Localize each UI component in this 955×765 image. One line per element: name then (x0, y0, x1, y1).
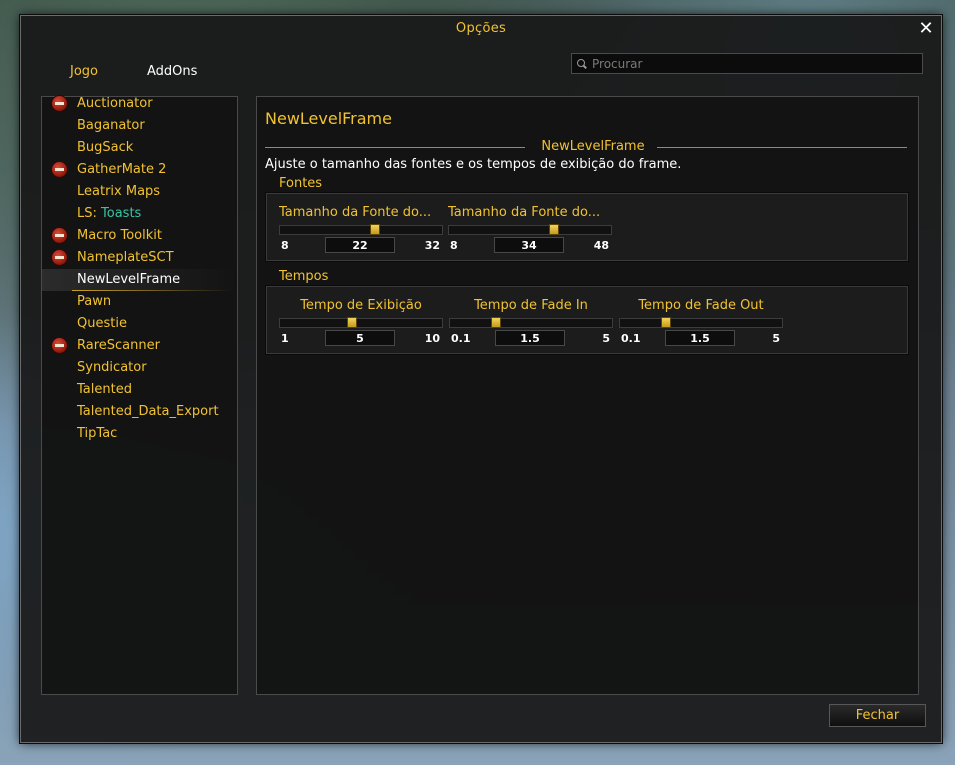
section-title: NewLevelFrame (541, 139, 645, 154)
sidebar-item-baganator[interactable]: Baganator (42, 115, 236, 137)
slider-value-input[interactable]: 1.5 (495, 330, 565, 346)
sidebar-item-tiptac[interactable]: TipTac (42, 423, 236, 445)
collapse-icon[interactable] (51, 227, 68, 244)
search-box[interactable] (571, 53, 923, 74)
options-window: Opções ✕ Jogo AddOns Auctionator Baganat… (20, 15, 942, 743)
slider-label: Tamanho da Fonte do... (448, 205, 601, 220)
sidebar-item-label: NameplateSCT (77, 250, 174, 265)
search-icon (576, 58, 588, 70)
slider-font-size-1: Tamanho da Fonte do... 8 22 32 (279, 205, 443, 255)
slider-label: Tempo de Fade Out (638, 298, 764, 313)
window-title: Opções (455, 21, 507, 36)
sidebar-item-nameplatesct[interactable]: NameplateSCT (42, 247, 236, 269)
group-box-tempos: Tempo de Exibição 1 5 10 Tempo de Fade I… (265, 285, 909, 355)
slider-min: 8 (450, 239, 458, 252)
sidebar-item-label: Baganator (77, 118, 145, 133)
sidebar-item-rarescanner[interactable]: RareScanner (42, 335, 236, 357)
slider-thumb[interactable] (491, 317, 502, 328)
slider-thumb[interactable] (369, 224, 380, 235)
sidebar-item-gathermate[interactable]: GatherMate 2 (42, 159, 236, 181)
sidebar-item-label: TipTac (77, 426, 118, 441)
slider-track[interactable] (448, 224, 612, 235)
sidebar-item-label: Syndicator (77, 360, 147, 375)
addon-prefix: LS: (77, 206, 102, 221)
slider-font-size-2: Tamanho da Fonte do... 8 34 48 (448, 205, 612, 255)
sidebar-item-label: Questie (77, 316, 127, 331)
sidebar-item-questie[interactable]: Questie (42, 313, 236, 335)
close-button[interactable]: Fechar (829, 704, 926, 727)
tab-jogo[interactable]: Jogo (70, 64, 98, 79)
sidebar-item-label: Talented_Data_Export (77, 404, 219, 419)
sidebar-item-talented[interactable]: Talented (42, 379, 236, 401)
group-label-fontes: Fontes (279, 176, 323, 191)
sidebar-item-label: BugSack (77, 140, 134, 155)
sidebar-item-label: RareScanner (77, 338, 160, 353)
collapse-icon[interactable] (51, 249, 68, 266)
sidebar-item-label: Pawn (77, 294, 112, 309)
slider-max: 10 (424, 332, 440, 345)
addon-suffix: Toasts (101, 206, 142, 221)
section-header: NewLevelFrame (265, 139, 907, 155)
slider-value-input[interactable]: 34 (494, 237, 564, 253)
slider-thumb[interactable] (347, 317, 357, 328)
search-input[interactable] (592, 56, 912, 71)
slider-value-input[interactable]: 1.5 (665, 330, 735, 346)
close-icon[interactable]: ✕ (917, 20, 935, 38)
settings-panel: NewLevelFrame NewLevelFrame Ajuste o tam… (256, 96, 919, 695)
slider-min: 0.1 (621, 332, 641, 345)
slider-track[interactable] (279, 224, 443, 235)
addon-list: Auctionator Baganator BugSack GatherMate… (41, 93, 238, 695)
divider (265, 147, 525, 148)
slider-max: 32 (424, 239, 440, 252)
slider-label: Tempo de Exibição (300, 298, 422, 313)
slider-track[interactable] (279, 317, 443, 328)
sidebar-item-talented-data-export[interactable]: Talented_Data_Export (42, 401, 236, 423)
sidebar-item-newlevelframe[interactable]: NewLevelFrame (42, 269, 236, 291)
sidebar-item-pawn[interactable]: Pawn (42, 291, 236, 313)
sidebar-item-label: LS: Toasts (77, 206, 141, 221)
slider-track[interactable] (619, 317, 783, 328)
slider-label: Tamanho da Fonte do... (279, 205, 432, 220)
sidebar-item-label: Leatrix Maps (77, 184, 161, 199)
slider-min: 1 (281, 332, 289, 345)
sidebar-item-label: GatherMate 2 (77, 162, 167, 177)
slider-max: 48 (593, 239, 609, 252)
slider-label: Tempo de Fade In (474, 298, 588, 313)
description: Ajuste o tamanho das fontes e os tempos … (265, 157, 682, 172)
sidebar-item-label: Macro Toolkit (77, 228, 162, 243)
slider-value-input[interactable]: 5 (325, 330, 395, 346)
group-box-fontes: Tamanho da Fonte do... 8 22 32 Tamanho d… (265, 192, 909, 262)
slider-display-time: Tempo de Exibição 1 5 10 (279, 298, 443, 348)
collapse-icon[interactable] (51, 95, 68, 112)
sidebar-item-label: Talented (77, 382, 132, 397)
sidebar-item-label: Auctionator (77, 96, 153, 111)
collapse-icon[interactable] (51, 337, 68, 354)
slider-thumb[interactable] (549, 224, 560, 235)
divider (657, 147, 907, 148)
slider-max: 5 (602, 332, 610, 345)
slider-fade-in: Tempo de Fade In 0.1 1.5 5 (449, 298, 613, 348)
tab-addons[interactable]: AddOns (147, 64, 197, 79)
slider-value-input[interactable]: 22 (325, 237, 395, 253)
slider-thumb[interactable] (661, 317, 672, 328)
slider-max: 5 (772, 332, 780, 345)
group-label-tempos: Tempos (279, 269, 329, 284)
sidebar-item-syndicator[interactable]: Syndicator (42, 357, 236, 379)
sidebar-item-leatrix-maps[interactable]: Leatrix Maps (42, 181, 236, 203)
page-title: NewLevelFrame (265, 109, 392, 128)
slider-min: 0.1 (451, 332, 471, 345)
sidebar-item-auctionator[interactable]: Auctionator (42, 93, 236, 115)
sidebar-item-bugsack[interactable]: BugSack (42, 137, 236, 159)
sidebar-item-ls-toasts[interactable]: LS: Toasts (42, 203, 236, 225)
slider-fade-out: Tempo de Fade Out 0.1 1.5 5 (619, 298, 783, 348)
sidebar-item-label: NewLevelFrame (77, 272, 181, 287)
collapse-icon[interactable] (51, 161, 68, 178)
slider-track[interactable] (449, 317, 613, 328)
sidebar-item-macro-toolkit[interactable]: Macro Toolkit (42, 225, 236, 247)
slider-min: 8 (281, 239, 289, 252)
